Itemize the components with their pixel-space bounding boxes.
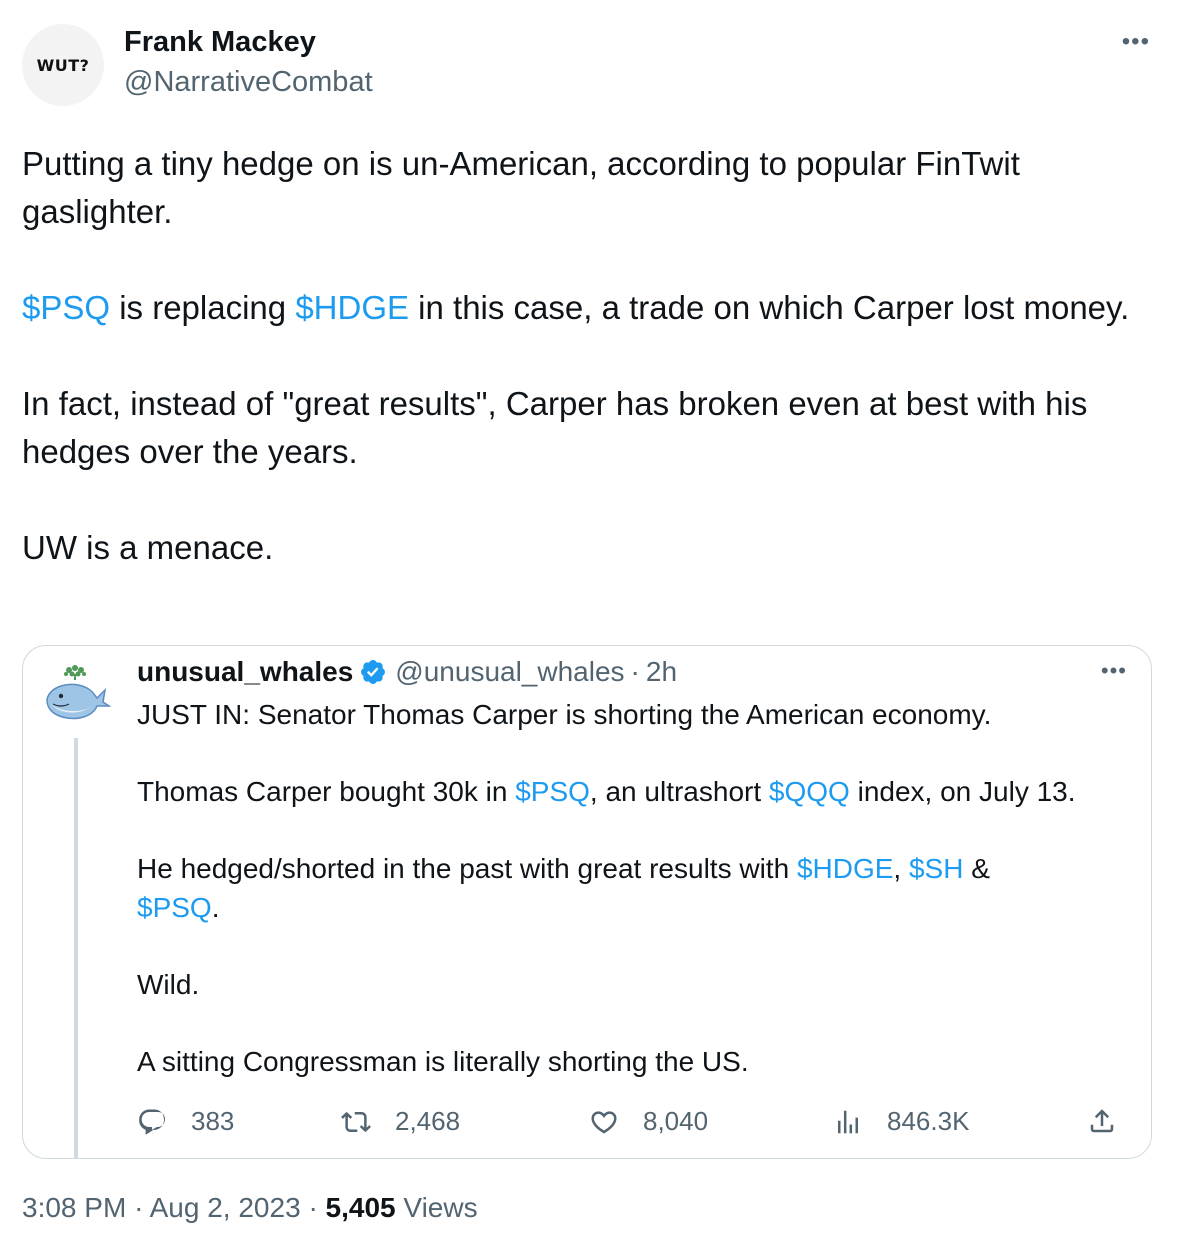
views-count: 846.3K [887,1106,970,1136]
separator-dot: · [308,1192,318,1223]
author-name[interactable]: Frank Mackey [124,26,316,59]
quoted-paragraph: Thomas Carper bought 30k in $PSQ, an ult… [137,773,1137,812]
cashtag-link[interactable]: $PSQ [515,776,590,807]
cashtag-link[interactable]: $HDGE [797,853,893,884]
quoted-tweet-card[interactable]: unusual_whales @unusual_whales · 2h ••• … [22,645,1152,1159]
cashtag-link[interactable]: $PSQ [22,289,110,326]
quoted-text-span: , [893,853,909,884]
quoted-tweet-time[interactable]: 2h [646,656,677,688]
like-button[interactable]: 8,040 [589,1106,708,1137]
quoted-author-name[interactable]: unusual_whales [137,656,353,688]
tweet-date[interactable]: Aug 2, 2023 [150,1192,301,1223]
author-avatar[interactable]: WUT? [22,24,104,106]
quoted-paragraph: A sitting Congressman is literally short… [137,1045,749,1077]
quoted-more-options-icon[interactable]: ••• [1101,658,1127,684]
quoted-author-handle[interactable]: @unusual_whales [395,656,624,688]
tweet-paragraph: In fact, instead of "great results", Car… [22,385,1088,470]
quoted-text-span: . [211,891,220,923]
tweet-views-count: 5,405 [325,1192,396,1223]
more-options-icon[interactable]: ••• [1122,28,1150,56]
separator-dot: · [134,1192,144,1223]
avatar-logo-text: WUT? [36,55,90,75]
tweet-time[interactable]: 3:08 PM [22,1192,126,1223]
quoted-text-span: index, on July 13. [849,776,1076,807]
quoted-paragraph: Wild. [137,968,200,1000]
tweet-paragraph: Putting a tiny hedge on is un-American, … [22,145,1020,230]
author-handle[interactable]: @NarrativeCombat [124,66,373,99]
cashtag-link[interactable]: $PSQ [137,892,212,923]
quoted-paragraph: JUST IN: Senator Thomas Carper is shorti… [137,699,992,730]
quoted-text-span: & [963,853,990,884]
tweet-text-span: is replacing [110,289,296,326]
quoted-action-bar: 383 2,468 8,040 846.3K [137,1106,1137,1146]
tweet-views-label: Views [403,1192,478,1223]
retweet-button[interactable]: 2,468 [341,1106,460,1137]
views-button[interactable]: 846.3K [833,1106,969,1137]
thread-line [74,738,78,1158]
separator-dot: · [630,656,640,687]
cashtag-link[interactable]: $SH [909,853,963,884]
like-icon [591,1110,617,1133]
reply-button[interactable]: 383 [137,1106,234,1137]
retweet-count: 2,468 [395,1106,461,1136]
views-icon [838,1110,858,1133]
reply-count: 383 [191,1106,235,1136]
verified-badge-icon [361,660,386,684]
tweet-meta: 3:08 PM · Aug 2, 2023 · 5,405 Views [22,1192,478,1224]
quoted-text-span: He hedged/shorted in the past with great… [137,853,797,884]
tweet-text-span: in this case, a trade on which Carper lo… [409,289,1130,326]
tweet-paragraph: UW is a menace. [22,529,274,566]
like-count: 8,040 [643,1106,709,1136]
share-icon [1090,1109,1114,1133]
tweet-paragraph: $PSQ is replacing $HDGE in this case, a … [22,284,1158,332]
quoted-text-span: Thomas Carper bought 30k in [137,776,516,807]
quoted-text-span: , an ultrashort [589,776,769,807]
cashtag-link[interactable]: $QQQ [769,776,850,807]
quoted-tweet-header: unusual_whales @unusual_whales · 2h [137,656,677,688]
tweet-text: Putting a tiny hedge on is un-American, … [22,140,1158,572]
cashtag-link[interactable]: $HDGE [295,289,409,326]
share-button[interactable] [1087,1106,1117,1136]
quoted-paragraph: He hedged/shorted in the past with great… [137,850,1137,927]
whale-avatar-icon[interactable] [39,658,112,730]
quoted-tweet-text: JUST IN: Senator Thomas Carper is shorti… [137,696,1137,1081]
retweet-icon [341,1111,371,1132]
reply-icon [139,1109,166,1134]
